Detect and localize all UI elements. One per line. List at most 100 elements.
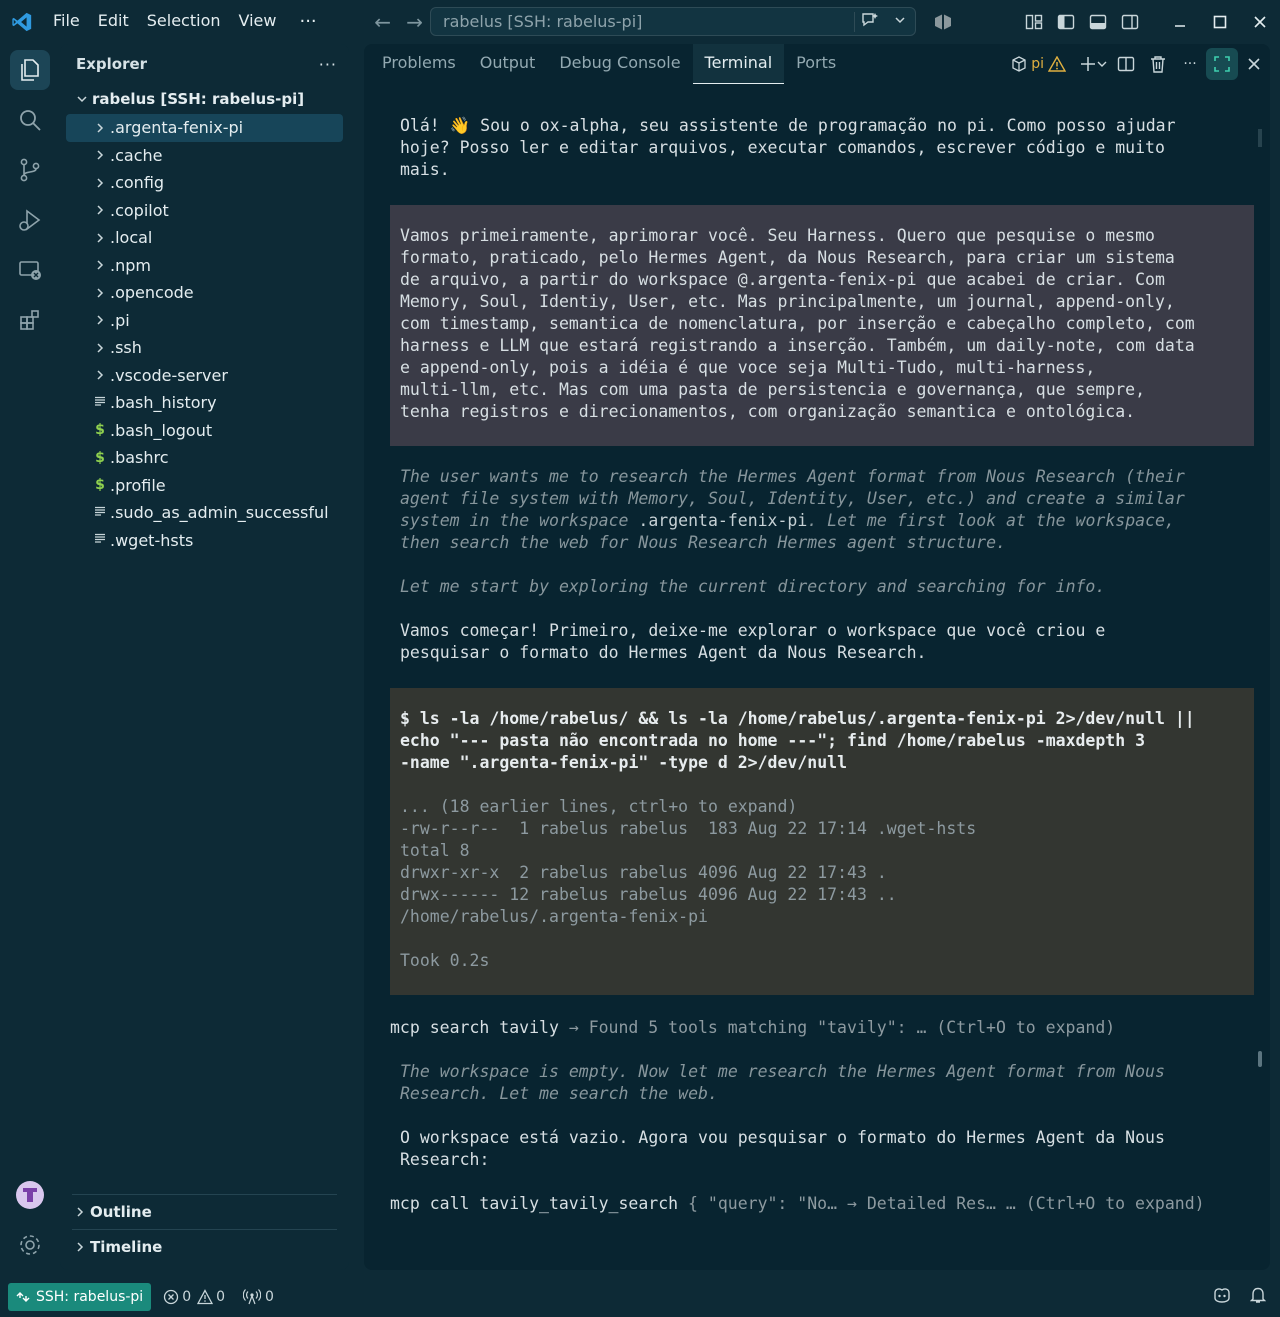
text-file-icon [92, 395, 108, 411]
menu-edit[interactable]: Edit [89, 0, 138, 44]
workspace-root[interactable]: rabelus [SSH: rabelus-pi] [60, 84, 349, 114]
back-arrow-icon[interactable]: ← [367, 1, 399, 43]
tree-item[interactable]: .bash_history [66, 389, 343, 417]
ports-indicator[interactable]: 0 [243, 1289, 274, 1305]
command-center[interactable]: rabelus [SSH: rabelus-pi] [430, 7, 916, 36]
tab-terminal[interactable]: Terminal [692, 44, 785, 84]
tree-item[interactable]: .sudo_as_admin_successful [66, 499, 343, 527]
explorer-more-button[interactable]: ··· [319, 55, 337, 74]
terminal-line: Took 0.2s [400, 951, 490, 970]
bottom-panel: Problems Output Debug Console Terminal P… [364, 44, 1270, 1270]
tree-item[interactable]: .npm [66, 252, 343, 280]
forward-arrow-icon[interactable]: → [399, 1, 431, 43]
chevron-right-icon [92, 259, 108, 271]
activity-bar [0, 44, 60, 1277]
terminal-line: Vamos começar! Primeiro, deixe-me explor… [400, 621, 1106, 640]
toggle-panel-icon[interactable] [1082, 6, 1114, 38]
warning-icon [1048, 56, 1066, 72]
timeline-section[interactable]: Timeline [72, 1229, 337, 1263]
terminal-line: formato, praticado, pelo Hermes Agent, d… [400, 248, 1175, 267]
tree-item-label: .bashrc [110, 448, 169, 468]
tree-item[interactable]: .vscode-server [66, 362, 343, 390]
tree-item[interactable]: .opencode [66, 279, 343, 307]
search-icon[interactable] [10, 100, 50, 140]
close-panel-icon[interactable] [1238, 48, 1270, 80]
outline-section[interactable]: Outline [72, 1194, 337, 1228]
mcp-command: mcp search tavily [390, 1018, 559, 1037]
tree-item[interactable]: $ .profile [66, 472, 343, 500]
terminal-line: $ ls -la /home/rabelus/ && ls -la /home/… [400, 709, 1195, 728]
explorer-icon[interactable] [10, 50, 50, 90]
tab-debug-console[interactable]: Debug Console [547, 44, 692, 84]
notifications-bell-icon[interactable] [1249, 1286, 1267, 1308]
terminal-line: -rw-r--r-- 1 rabelus rabelus 183 Aug 22 … [400, 819, 977, 838]
remote-explorer-icon[interactable] [10, 250, 50, 290]
maximize-panel-icon[interactable] [1206, 48, 1238, 80]
warning-count: 0 [216, 1289, 226, 1305]
toggle-secondary-sidebar-icon[interactable] [1114, 6, 1146, 38]
tree-item-label: .wget-hsts [110, 530, 194, 550]
terminal-line: mais. [400, 160, 450, 179]
warning-icon [197, 1289, 214, 1305]
split-terminal-icon[interactable] [1110, 48, 1142, 80]
mcp-result: → Found 5 tools matching "tavily": … (Ct… [558, 1018, 1116, 1037]
inline-code: .argenta-fenix-pi [638, 511, 808, 530]
error-icon [164, 1289, 179, 1305]
menu-file[interactable]: File [44, 0, 89, 44]
minimize-icon[interactable] [1160, 0, 1200, 44]
terminal-dropdown-chevron-icon[interactable] [1094, 48, 1110, 80]
source-control-icon[interactable] [10, 150, 50, 190]
remote-label: SSH: rabelus-pi [36, 1289, 144, 1305]
text-file-icon [92, 532, 108, 548]
terminal-selector[interactable]: pi [1011, 56, 1066, 72]
tree-item[interactable]: .ssh [66, 334, 343, 362]
extensions-icon[interactable] [10, 300, 50, 340]
close-window-icon[interactable] [1240, 0, 1280, 44]
remote-indicator[interactable]: SSH: rabelus-pi [8, 1283, 152, 1311]
tree-item[interactable]: .copilot [66, 197, 343, 225]
scrollbar-thumb[interactable] [1258, 1051, 1262, 1067]
chevron-down-icon[interactable] [885, 14, 915, 30]
menu-selection[interactable]: Selection [138, 0, 230, 44]
terminal-line: e append-only, pois a idéia é que voce s… [400, 358, 1096, 377]
panel-more-icon[interactable]: ··· [1174, 48, 1206, 80]
chat-sparkle-icon[interactable] [855, 11, 885, 33]
terminal-line: echo "--- pasta não encontrada no home -… [400, 731, 1146, 750]
tab-ports[interactable]: Ports [784, 44, 848, 84]
tab-output[interactable]: Output [468, 44, 548, 84]
account-avatar[interactable] [10, 1175, 50, 1215]
chevron-right-icon [92, 177, 108, 189]
terminal-line: system in the workspace .argenta-fenix-p… [400, 510, 1244, 532]
maximize-icon[interactable] [1200, 0, 1240, 44]
tree-item[interactable]: .argenta-fenix-pi [66, 114, 343, 142]
customize-layout-icon[interactable] [1018, 6, 1050, 38]
tree-item-label: .ssh [110, 338, 142, 358]
tree-item-label: .bash_history [110, 393, 217, 413]
tree-item[interactable]: .cache [66, 142, 343, 170]
manage-gear-icon[interactable] [10, 1225, 50, 1265]
tree-item[interactable]: .wget-hsts [66, 527, 343, 555]
trash-icon[interactable] [1142, 48, 1174, 80]
menu-more-button[interactable]: ··· [285, 1, 330, 43]
tree-item[interactable]: $ .bashrc [66, 444, 343, 472]
terminal-line: -name ".argenta-fenix-pi" -type d 2>/dev… [400, 753, 848, 772]
chevron-right-icon [92, 287, 108, 299]
tab-problems[interactable]: Problems [370, 44, 468, 84]
problems-indicator[interactable]: 0 0 [163, 1289, 225, 1305]
chevron-right-icon [92, 369, 108, 381]
chevron-right-icon [92, 342, 108, 354]
timeline-label: Timeline [90, 1237, 163, 1256]
tree-item[interactable]: .config [66, 169, 343, 197]
command-center-text: rabelus [SSH: rabelus-pi] [443, 12, 643, 31]
tree-item-label: .profile [110, 475, 166, 495]
copilot-status-icon[interactable] [1212, 1286, 1232, 1308]
toggle-primary-sidebar-icon[interactable] [1050, 6, 1082, 38]
chevron-right-icon [72, 1241, 88, 1253]
tree-item[interactable]: $ .bash_logout [66, 417, 343, 445]
tree-item[interactable]: .local [66, 224, 343, 252]
terminal-line: Olá! 👋 Sou o ox-alpha, seu assistente de… [400, 116, 1176, 135]
tree-item[interactable]: .pi [66, 307, 343, 335]
copilot-icon[interactable] [932, 12, 954, 36]
menu-view[interactable]: View [230, 0, 286, 44]
run-debug-icon[interactable] [10, 200, 50, 240]
